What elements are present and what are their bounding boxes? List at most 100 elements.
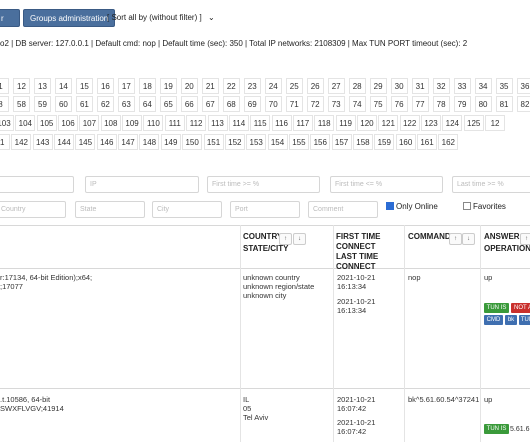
page-link[interactable]: 149 <box>160 134 181 150</box>
page-link[interactable]: 71 <box>285 96 303 112</box>
page-link[interactable]: 81 <box>495 96 513 112</box>
page-link[interactable]: 74 <box>348 96 366 112</box>
page-link[interactable]: 79 <box>453 96 471 112</box>
page-link[interactable]: 109 <box>122 115 143 131</box>
page-link[interactable]: 31 <box>411 78 429 94</box>
page-link[interactable]: 104 <box>15 115 36 131</box>
city-filter[interactable]: City <box>152 201 222 218</box>
tun-is-button[interactable]: TUN IS <box>484 303 509 313</box>
page-link[interactable]: 117 <box>292 115 313 131</box>
page-link[interactable]: 116 <box>271 115 292 131</box>
page-link[interactable]: 159 <box>374 134 395 150</box>
sort-asc-button[interactable]: ↑ <box>449 233 462 245</box>
comment-filter[interactable]: Comment <box>308 201 378 218</box>
page-link[interactable]: 1 <box>0 78 9 94</box>
page-link[interactable]: 72 <box>306 96 324 112</box>
page-link[interactable]: 119 <box>335 115 356 131</box>
page-link[interactable]: 30 <box>390 78 408 94</box>
cmd-button[interactable]: CMD <box>484 315 503 325</box>
port-filter[interactable]: Port <box>230 201 300 218</box>
page-link[interactable]: 120 <box>356 115 377 131</box>
page-link[interactable]: 147 <box>118 134 139 150</box>
state-filter[interactable]: State <box>75 201 145 218</box>
page-link[interactable]: 58 <box>12 96 30 112</box>
tun-is-button[interactable]: TUN IS <box>484 424 509 434</box>
sort-select[interactable]: [ Sort all by (without filter) ] ⌄ <box>107 13 215 22</box>
page-link[interactable]: 26 <box>306 78 324 94</box>
page-link[interactable]: 150 <box>182 134 203 150</box>
page-link[interactable]: 18 <box>138 78 156 94</box>
page-link[interactable]: 14 <box>54 78 72 94</box>
page-link[interactable]: 113 <box>207 115 228 131</box>
filter-all-button[interactable]: r all <box>0 9 20 41</box>
page-link[interactable]: 17 <box>117 78 135 94</box>
page-link[interactable]: 144 <box>54 134 75 150</box>
page-link[interactable]: 20 <box>180 78 198 94</box>
page-link[interactable]: 34 <box>474 78 492 94</box>
page-link[interactable]: 29 <box>369 78 387 94</box>
page-link[interactable]: 156 <box>310 134 331 150</box>
ip-filter[interactable]: IP <box>85 176 199 193</box>
first-time-filter[interactable]: First time >= % <box>207 176 320 193</box>
page-link[interactable]: 118 <box>314 115 335 131</box>
page-link[interactable]: 122 <box>399 115 420 131</box>
page-link[interactable]: 124 <box>442 115 463 131</box>
page-link[interactable]: 158 <box>352 134 373 150</box>
page-link[interactable]: 41 <box>0 134 10 150</box>
page-link[interactable]: 125 <box>463 115 484 131</box>
connect-time-filter[interactable]: First time <= % <box>330 176 443 193</box>
page-link[interactable]: 12 <box>12 78 30 94</box>
page-link[interactable]: 78 <box>432 96 450 112</box>
page-link[interactable]: 112 <box>186 115 207 131</box>
sort-desc-button[interactable]: ↓ <box>293 233 306 245</box>
page-link[interactable]: 121 <box>378 115 399 131</box>
sort-asc-button[interactable]: ↑ <box>520 233 530 245</box>
page-link[interactable]: 82 <box>516 96 530 112</box>
page-link[interactable]: 35 <box>495 78 513 94</box>
page-link[interactable]: 161 <box>417 134 437 150</box>
page-link[interactable]: 68 <box>222 96 240 112</box>
page-link[interactable]: 36 <box>516 78 530 94</box>
page-link[interactable]: 23 <box>243 78 261 94</box>
sort-asc-button[interactable]: ↑ <box>279 233 292 245</box>
page-link[interactable]: 8 <box>0 96 9 112</box>
page-link[interactable]: 75 <box>369 96 387 112</box>
page-link[interactable]: 59 <box>33 96 51 112</box>
favorites-checkbox[interactable]: Favorites <box>463 202 506 211</box>
page-link[interactable]: 33 <box>453 78 471 94</box>
page-link[interactable]: 107 <box>79 115 100 131</box>
page-link[interactable]: 12 <box>485 115 506 131</box>
page-link[interactable]: 110 <box>143 115 164 131</box>
groups-administration-button[interactable]: Groups administration <box>23 9 116 27</box>
page-link[interactable]: 28 <box>348 78 366 94</box>
page-link[interactable]: 19 <box>159 78 177 94</box>
page-link[interactable]: 123 <box>421 115 441 131</box>
page-link[interactable]: 154 <box>267 134 288 150</box>
page-link[interactable]: 76 <box>390 96 408 112</box>
page-link[interactable]: 63 <box>117 96 135 112</box>
page-link[interactable]: 155 <box>288 134 309 150</box>
page-link[interactable]: 16 <box>96 78 114 94</box>
only-online-checkbox[interactable]: Only Online <box>386 202 438 211</box>
page-link[interactable]: 66 <box>180 96 198 112</box>
page-link[interactable]: 105 <box>36 115 57 131</box>
page-link[interactable]: 108 <box>100 115 121 131</box>
not-active-button[interactable]: NOT A <box>511 303 530 313</box>
page-link[interactable]: 32 <box>432 78 450 94</box>
bk-button[interactable]: bk <box>505 315 517 325</box>
page-link[interactable]: 24 <box>264 78 282 94</box>
last-time-filter[interactable]: Last time >= % <box>452 176 530 193</box>
page-link[interactable]: 103 <box>0 115 14 131</box>
page-link[interactable]: 151 <box>203 134 224 150</box>
page-link[interactable]: 15 <box>75 78 93 94</box>
page-link[interactable]: 70 <box>264 96 282 112</box>
page-link[interactable]: 111 <box>164 115 185 131</box>
page-link[interactable]: 148 <box>139 134 160 150</box>
page-link[interactable]: 143 <box>32 134 53 150</box>
page-link[interactable]: 60 <box>54 96 72 112</box>
page-link[interactable]: 115 <box>250 115 271 131</box>
filter-field-1[interactable] <box>0 176 74 193</box>
page-link[interactable]: 152 <box>224 134 245 150</box>
page-link[interactable]: 65 <box>159 96 177 112</box>
page-link[interactable]: 77 <box>411 96 429 112</box>
